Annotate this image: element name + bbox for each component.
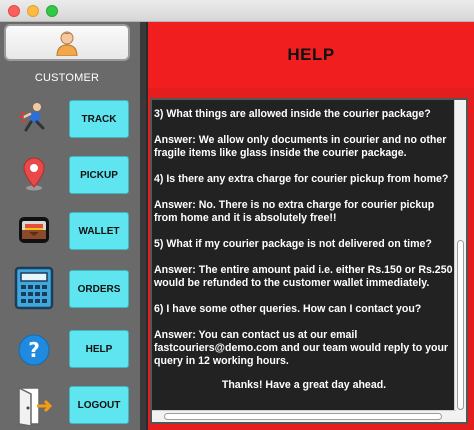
faq-answer: Answer: You can contact us at our email … [154, 329, 449, 367]
page-header: HELP [146, 22, 474, 88]
horizontal-scroll-thumb[interactable] [164, 413, 442, 420]
faq-question: 3) What things are allowed inside the co… [154, 108, 431, 120]
faq-scroll-pane[interactable]: 3) What things are allowed inside the co… [150, 98, 468, 424]
pickup-button[interactable]: PICKUP [69, 156, 129, 194]
faq-question: 6) I have some other queries. How can I … [154, 303, 422, 315]
faq-question: 4) Is there any extra charge for courier… [154, 173, 449, 185]
user-role-label: CUSTOMER [34, 72, 100, 84]
track-button[interactable]: TRACK [69, 100, 129, 138]
faq-text: 3) What things are allowed inside the co… [154, 108, 454, 405]
window-minimize-button[interactable] [27, 5, 39, 17]
orders-button[interactable]: ORDERS [69, 270, 129, 308]
svg-text:?: ? [28, 338, 40, 362]
faq-answer: Answer: No. There is no extra charge for… [154, 199, 435, 224]
window-maximize-button[interactable] [46, 5, 58, 17]
page-title: HELP [287, 45, 335, 64]
vertical-scrollbar[interactable] [454, 100, 466, 422]
faq-answer: Answer: We allow only documents in couri… [154, 134, 447, 159]
user-avatar-icon [56, 31, 78, 56]
window-titlebar [0, 0, 474, 22]
vertical-scroll-thumb[interactable] [457, 240, 464, 410]
question-icon: ? [12, 328, 56, 372]
exit-door-icon [12, 384, 56, 428]
profile-button[interactable] [4, 24, 130, 61]
runner-icon [12, 96, 56, 140]
faq-closing-message: Thanks! Have a great day ahead. [221, 379, 387, 391]
help-button[interactable]: HELP [69, 330, 129, 368]
window-close-button[interactable] [8, 5, 20, 17]
sidebar: CUSTOMER TRACK PICKUP WALLET ORDERS ? HE… [0, 22, 140, 430]
wallet-button[interactable]: WALLET [69, 212, 129, 250]
faq-question: 5) What if my courier package is not del… [154, 238, 432, 250]
location-pin-icon [12, 152, 56, 196]
calculator-icon [12, 266, 56, 310]
horizontal-scrollbar[interactable] [152, 410, 456, 422]
logout-button[interactable]: LOGOUT [69, 386, 129, 424]
faq-answer: Answer: The entire amount paid i.e. eith… [154, 264, 453, 289]
wallet-icon [12, 208, 56, 252]
